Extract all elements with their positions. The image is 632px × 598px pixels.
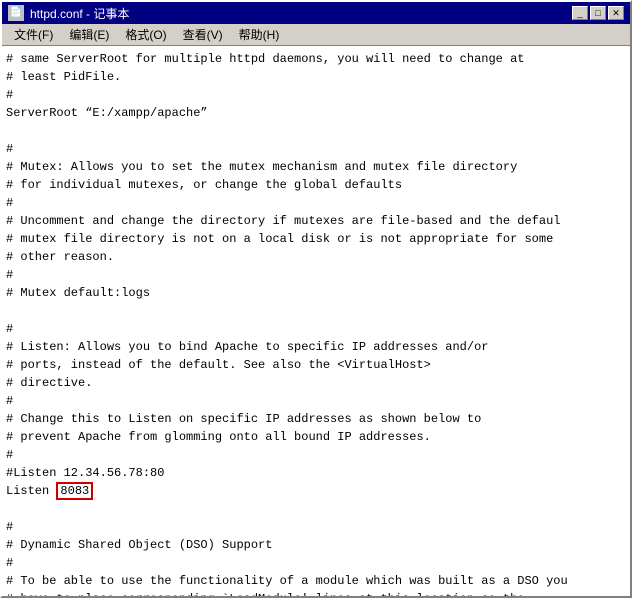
window: 📄 httpd.conf - 记事本 _ □ ✕ 文件(F) 编辑(E) 格式(… [0, 0, 632, 598]
title-bar-left: 📄 httpd.conf - 记事本 [8, 5, 129, 22]
menu-file[interactable]: 文件(F) [6, 24, 61, 45]
maximize-button[interactable]: □ [590, 6, 606, 20]
window-title: httpd.conf - 记事本 [30, 5, 129, 22]
highlighted-port: 8083 [56, 482, 93, 500]
file-icon: 📄 [8, 5, 24, 21]
menu-format[interactable]: 格式(O) [117, 24, 174, 45]
menu-bar: 文件(F) 编辑(E) 格式(O) 查看(V) 帮助(H) [2, 24, 630, 46]
close-button[interactable]: ✕ [608, 6, 624, 20]
title-buttons: _ □ ✕ [572, 6, 624, 20]
menu-edit[interactable]: 编辑(E) [61, 24, 117, 45]
minimize-button[interactable]: _ [572, 6, 588, 20]
title-bar: 📄 httpd.conf - 记事本 _ □ ✕ [2, 2, 630, 24]
menu-help[interactable]: 帮助(H) [231, 24, 288, 45]
menu-view[interactable]: 查看(V) [175, 24, 231, 45]
text-content[interactable]: # same ServerRoot for multiple httpd dae… [2, 46, 630, 596]
